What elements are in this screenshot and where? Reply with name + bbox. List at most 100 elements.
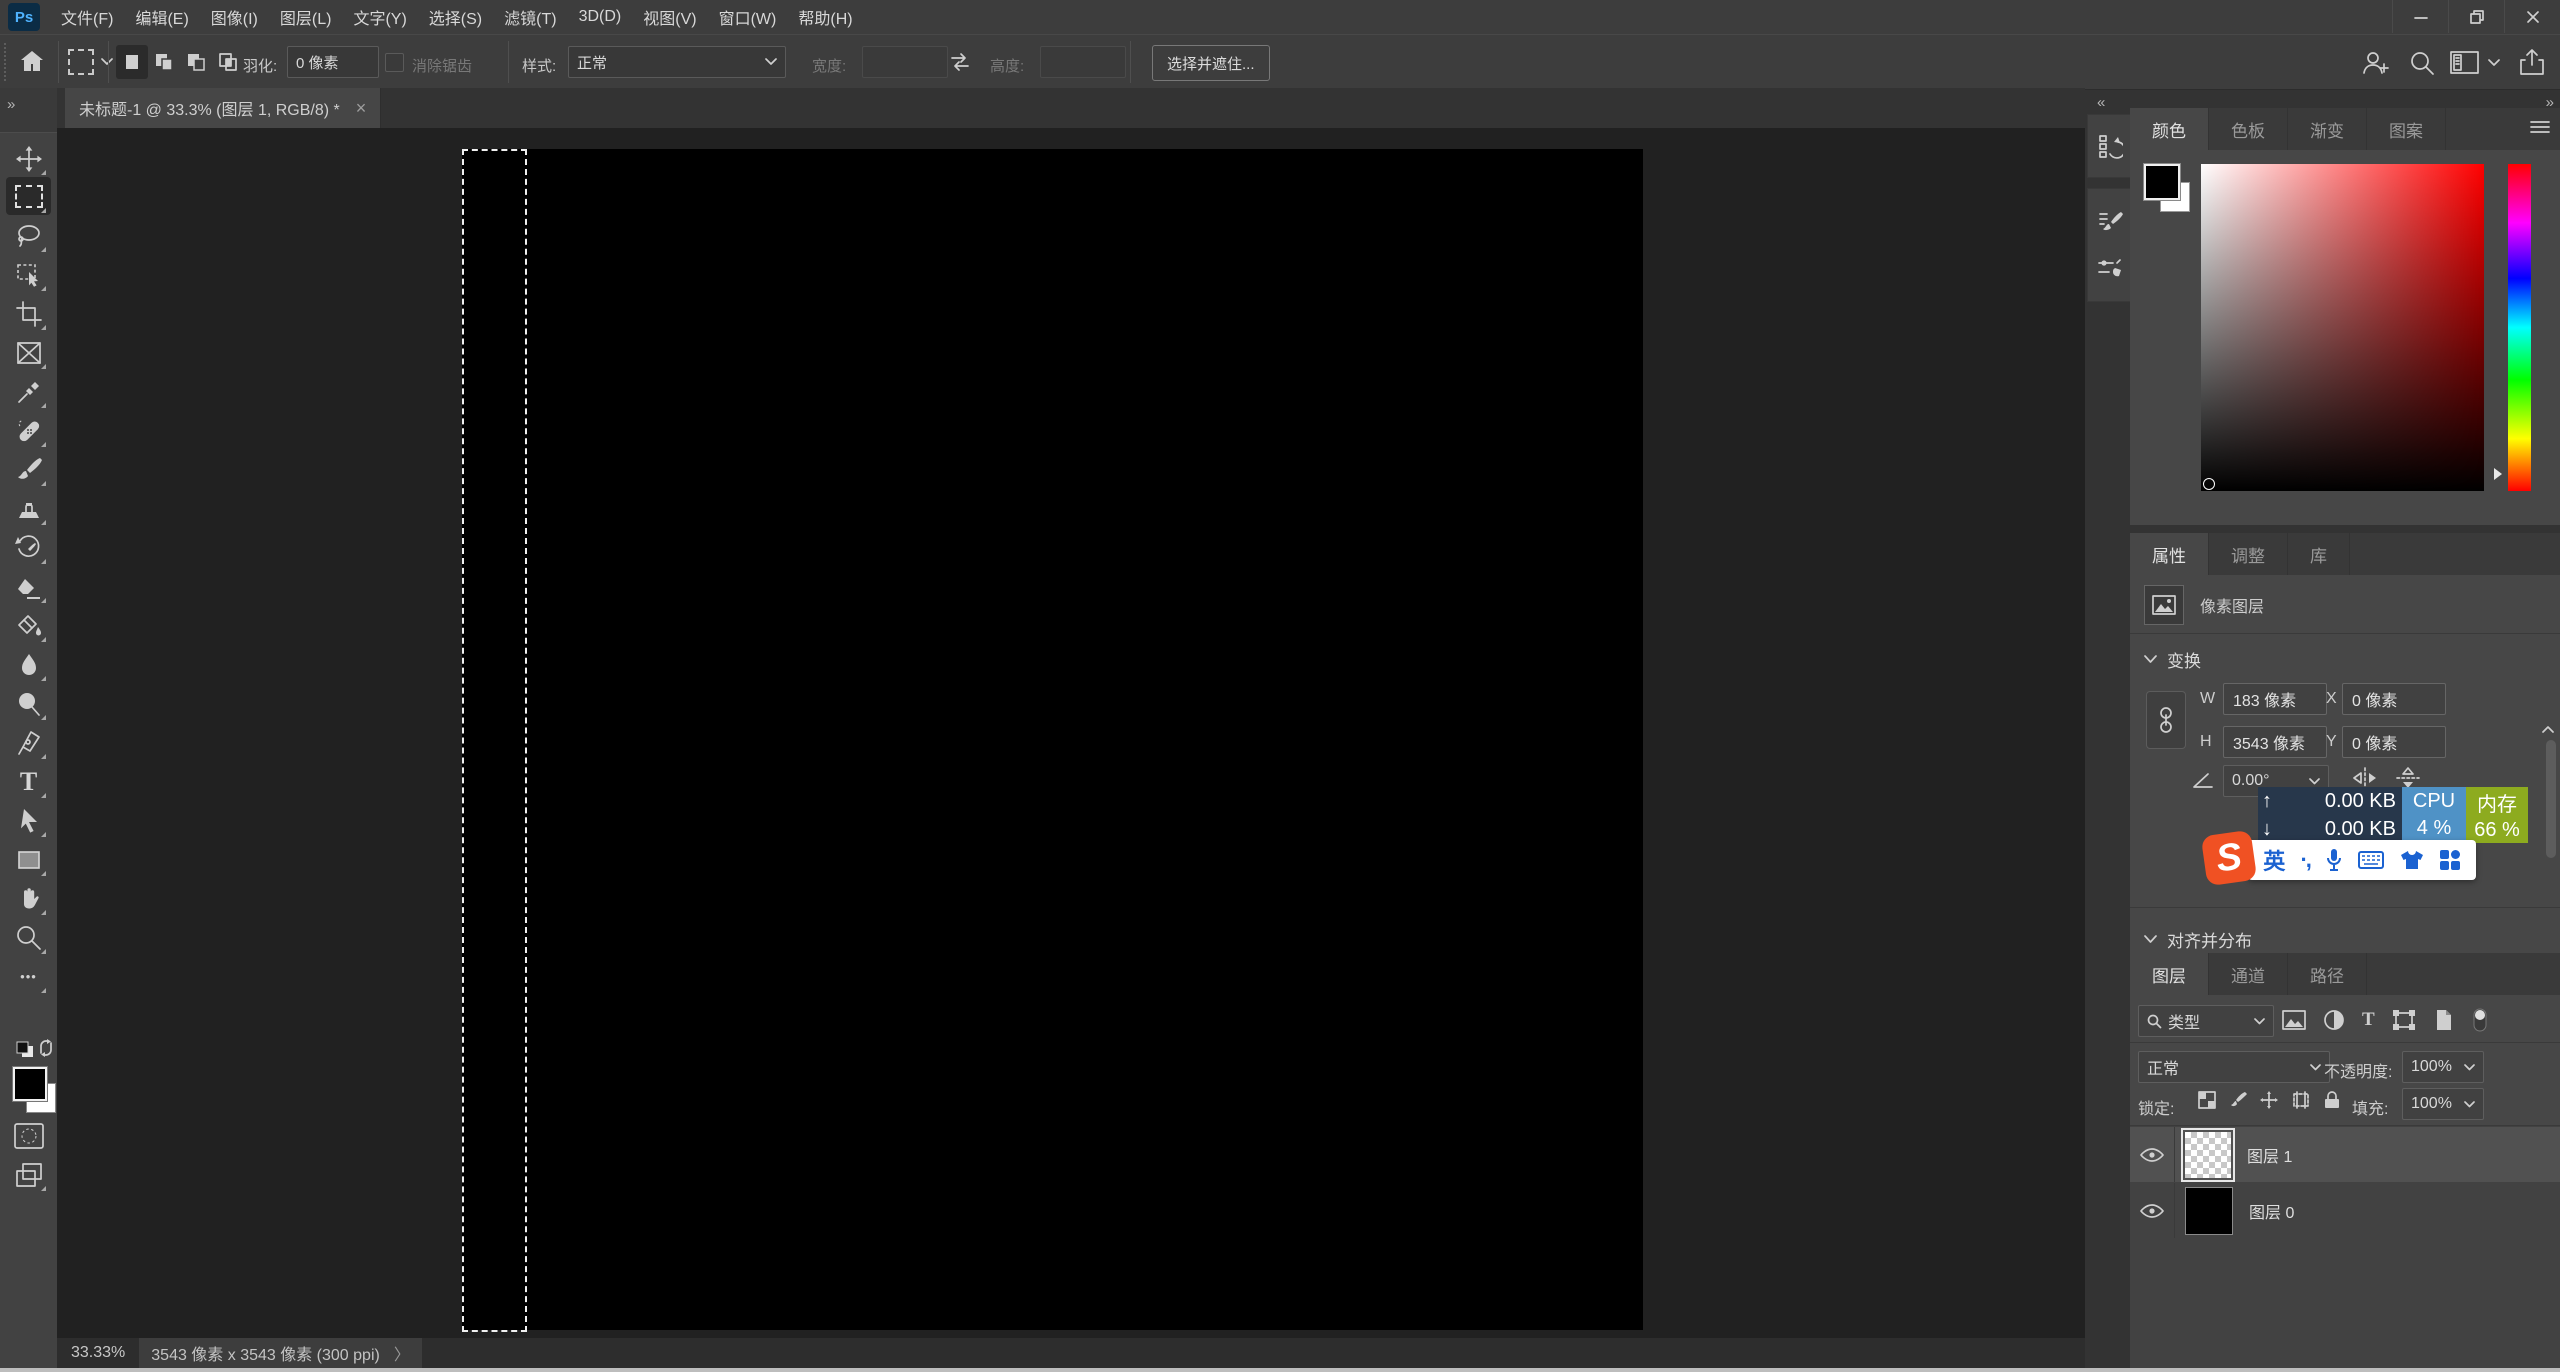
path-selection-tool[interactable] <box>13 805 44 836</box>
menu-3d[interactable]: 3D(D) <box>568 0 633 34</box>
minimize-button[interactable] <box>2392 0 2448 33</box>
spot-healing-brush-tool[interactable] <box>13 415 44 446</box>
toolbar-collapse-button[interactable]: » <box>7 96 13 113</box>
width-input[interactable] <box>862 46 948 78</box>
scroll-up-icon[interactable] <box>2542 725 2554 733</box>
toolbox-grid-icon[interactable] <box>2439 849 2461 871</box>
lasso-tool[interactable] <box>13 220 44 251</box>
lock-all-icon[interactable] <box>2324 1091 2340 1109</box>
layer0-visibility-toggle[interactable] <box>2130 1183 2175 1238</box>
screen-mode-button[interactable] <box>13 1159 44 1190</box>
tab-patterns[interactable]: 图案 <box>2367 108 2446 150</box>
x-value-field[interactable]: 0 像素 <box>2342 683 2446 715</box>
menu-select[interactable]: 选择(S) <box>418 0 493 34</box>
lock-transparent-icon[interactable] <box>2198 1091 2216 1109</box>
history-panel-button[interactable] <box>2087 114 2132 178</box>
edit-toolbar-button[interactable]: ••• <box>13 961 44 992</box>
tab-paths[interactable]: 路径 <box>2288 953 2367 995</box>
brush-tool[interactable] <box>13 454 44 485</box>
eyedropper-tool[interactable] <box>13 376 44 407</box>
document-size-info[interactable]: 3543 像素 x 3543 像素 (300 ppi) 〉 <box>139 1338 422 1368</box>
tab-libraries[interactable]: 库 <box>2288 533 2350 575</box>
layer1-name[interactable]: 图层 1 <box>2247 1143 2292 1167</box>
export-share-button[interactable] <box>2517 47 2547 77</box>
skin-tshirt-icon[interactable] <box>2400 849 2424 871</box>
hue-slider-marker[interactable] <box>2494 468 2502 480</box>
type-tool[interactable]: T <box>13 766 44 797</box>
canvas-area[interactable] <box>57 128 2085 1338</box>
height-value-field[interactable]: 3543 像素 <box>2223 726 2327 758</box>
link-dimensions-button[interactable] <box>2146 691 2186 749</box>
menu-layer[interactable]: 图层(L) <box>269 0 343 34</box>
menu-help[interactable]: 帮助(H) <box>787 0 863 34</box>
intersect-selection-button[interactable] <box>212 45 244 79</box>
saturation-brightness-field[interactable] <box>2201 164 2484 491</box>
clone-stamp-tool[interactable] <box>13 493 44 524</box>
color-panel-menu-button[interactable] <box>2530 120 2550 134</box>
tab-layers[interactable]: 图层 <box>2130 953 2209 995</box>
new-selection-button[interactable] <box>116 45 148 79</box>
dodge-tool[interactable] <box>13 688 44 719</box>
move-tool[interactable] <box>13 143 44 174</box>
filter-pixel-layers-icon[interactable] <box>2282 1010 2306 1030</box>
menu-type[interactable]: 文字(Y) <box>342 0 417 34</box>
default-colors-button[interactable] <box>16 1041 36 1059</box>
style-select[interactable]: 正常 <box>568 46 786 78</box>
ime-punctuation-toggle[interactable]: ·, <box>2300 847 2309 873</box>
select-and-mask-button[interactable]: 选择并遮住... <box>1152 45 1270 81</box>
tab-gradients[interactable]: 渐变 <box>2288 108 2367 150</box>
zoom-tool[interactable] <box>13 922 44 953</box>
brush-settings-panel-button[interactable] <box>2097 209 2123 235</box>
swap-width-height-button[interactable] <box>948 51 972 73</box>
color-picker-marker[interactable] <box>2203 478 2215 490</box>
quick-mask-button[interactable] <box>14 1123 44 1149</box>
options-drag-handle[interactable] <box>4 43 6 81</box>
canvas-image[interactable] <box>462 149 1643 1330</box>
document-tab[interactable]: 未标题-1 @ 33.3% (图层 1, RGB/8) * × <box>65 88 381 128</box>
eraser-tool[interactable] <box>13 571 44 602</box>
tab-color[interactable]: 颜色 <box>2130 108 2209 150</box>
antialias-checkbox[interactable] <box>385 53 404 72</box>
search-button[interactable] <box>2408 49 2436 77</box>
tool-preset-picker[interactable] <box>68 49 113 75</box>
history-brush-tool[interactable] <box>13 532 44 563</box>
ime-language-toggle[interactable]: 英 <box>2263 844 2285 876</box>
microphone-icon[interactable] <box>2325 848 2343 872</box>
tab-close-icon[interactable]: × <box>356 98 367 119</box>
paint-bucket-tool[interactable] <box>13 610 44 641</box>
layer-filter-select[interactable]: 类型 <box>2138 1005 2274 1037</box>
layer1-visibility-toggle[interactable] <box>2130 1127 2175 1182</box>
sogou-logo-icon[interactable]: S <box>2201 830 2257 886</box>
frame-tool[interactable] <box>13 337 44 368</box>
foreground-color-swatch[interactable] <box>2144 164 2180 200</box>
feather-input[interactable]: 0 像素 <box>287 46 379 78</box>
home-button[interactable] <box>17 47 47 77</box>
rectangular-marquee-tool[interactable] <box>13 181 44 212</box>
tab-adjustments[interactable]: 调整 <box>2209 533 2288 575</box>
layer1-thumbnail[interactable] <box>2185 1132 2231 1178</box>
tab-channels[interactable]: 通道 <box>2209 953 2288 995</box>
y-value-field[interactable]: 0 像素 <box>2342 726 2446 758</box>
menu-view[interactable]: 视图(V) <box>632 0 707 34</box>
hue-slider[interactable] <box>2508 164 2531 491</box>
fill-select[interactable]: 100% <box>2402 1088 2484 1120</box>
filter-smart-objects-icon[interactable] <box>2433 1009 2455 1031</box>
hand-tool[interactable] <box>13 883 44 914</box>
share-image-button[interactable] <box>2360 48 2390 78</box>
tab-swatches[interactable]: 色板 <box>2209 108 2288 150</box>
filter-type-layers-icon[interactable]: T <box>2362 1009 2375 1031</box>
foreground-color-swatch[interactable] <box>13 1067 47 1101</box>
tab-properties[interactable]: 属性 <box>2130 533 2209 575</box>
blur-tool[interactable] <box>13 649 44 680</box>
add-to-selection-button[interactable] <box>148 45 180 79</box>
subtract-from-selection-button[interactable] <box>180 45 212 79</box>
filter-toggle-icon[interactable] <box>2472 1007 2488 1033</box>
workspace-switcher[interactable] <box>2450 50 2500 76</box>
flip-vertical-button[interactable] <box>2395 767 2421 789</box>
height-input[interactable] <box>1040 46 1126 78</box>
menu-image[interactable]: 图像(I) <box>200 0 269 34</box>
filter-shape-layers-icon[interactable] <box>2392 1009 2416 1031</box>
blend-mode-select[interactable]: 正常 <box>2138 1051 2330 1083</box>
menu-file[interactable]: 文件(F) <box>50 0 124 34</box>
menu-edit[interactable]: 编辑(E) <box>124 0 199 34</box>
